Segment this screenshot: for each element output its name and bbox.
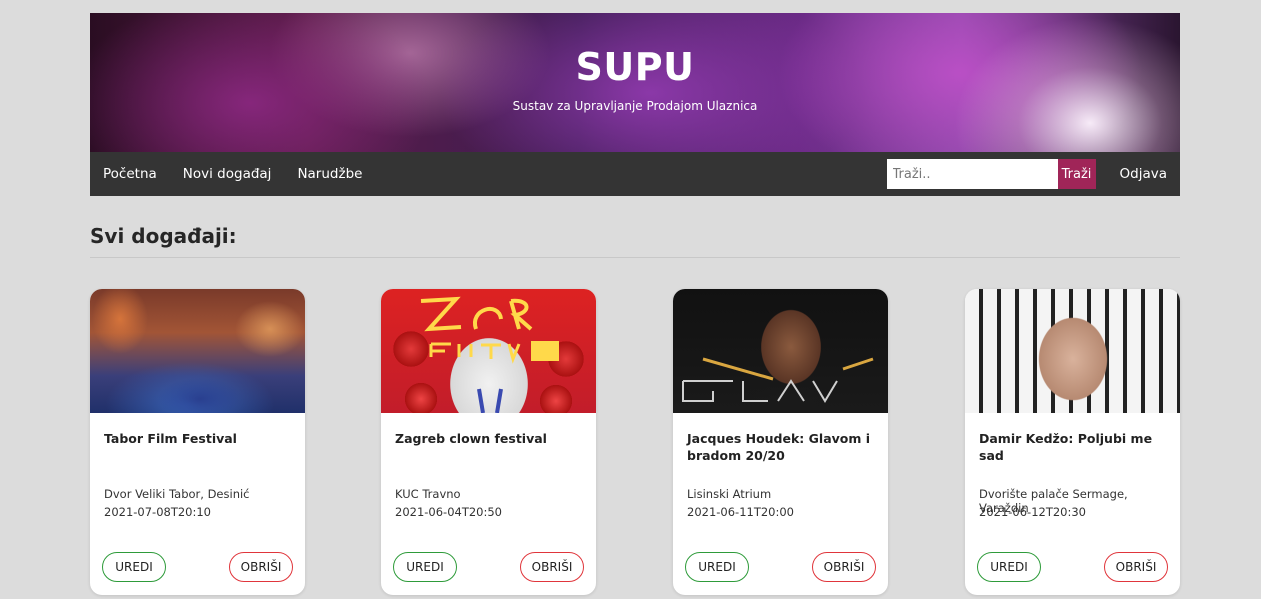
delete-button[interactable]: OBRIŠI (812, 552, 876, 582)
event-cards: Tabor Film Festival Dvor Veliki Tabor, D… (90, 289, 1180, 599)
event-date: 2021-06-12T20:30 (979, 505, 1086, 519)
site-subtitle: Sustav za Upravljanje Prodajom Ulaznica (512, 99, 758, 113)
event-card: Jacques Houdek: Glavom i bradom 20/20 Li… (673, 289, 888, 595)
album-artwork (682, 357, 874, 403)
event-image (965, 289, 1180, 413)
navbar: Početna Novi događaj Narudžbe Traži Odja… (90, 152, 1180, 196)
event-card: Damir Kedžo: Poljubi me sad Dvorište pal… (965, 289, 1180, 595)
event-name: Zagreb clown festival (395, 431, 547, 446)
page: SUPU Sustav za Upravljanje Prodajom Ulaz… (90, 13, 1180, 597)
section-title: Svi događaji: (90, 224, 237, 248)
nav-new-event[interactable]: Novi događaj (183, 166, 272, 182)
event-card: Tabor Film Festival Dvor Veliki Tabor, D… (90, 289, 305, 595)
search-input[interactable] (886, 159, 1058, 189)
nav-orders[interactable]: Narudžbe (297, 166, 362, 182)
event-card: Zagreb clown festival KUC Travno 2021-06… (381, 289, 596, 595)
event-date: 2021-06-04T20:50 (395, 505, 502, 519)
event-name: Jacques Houdek: Glavom i bradom 20/20 (687, 431, 871, 463)
event-image (673, 289, 888, 413)
event-image (90, 289, 305, 413)
event-image (381, 289, 596, 413)
event-name: Tabor Film Festival (104, 431, 237, 446)
event-venue: KUC Travno (395, 487, 461, 501)
edit-button[interactable]: UREDI (685, 552, 749, 582)
event-date: 2021-07-08T20:10 (104, 505, 211, 519)
search-button[interactable]: Traži (1057, 159, 1096, 189)
clown-festival-artwork (420, 296, 559, 413)
edit-button[interactable]: UREDI (393, 552, 457, 582)
delete-button[interactable]: OBRIŠI (1104, 552, 1168, 582)
edit-button[interactable]: UREDI (102, 552, 166, 582)
delete-button[interactable]: OBRIŠI (229, 552, 293, 582)
edit-button[interactable]: UREDI (977, 552, 1041, 582)
logout-link[interactable]: Odjava (1120, 166, 1167, 182)
event-venue: Dvor Veliki Tabor, Desinić (104, 487, 250, 501)
event-name: Damir Kedžo: Poljubi me sad (979, 431, 1153, 463)
nav-home[interactable]: Početna (103, 166, 157, 182)
hero-banner: SUPU Sustav za Upravljanje Prodajom Ulaz… (90, 13, 1180, 152)
divider (90, 257, 1180, 258)
event-date: 2021-06-11T20:00 (687, 505, 794, 519)
event-venue: Lisinski Atrium (687, 487, 772, 501)
delete-button[interactable]: OBRIŠI (520, 552, 584, 582)
site-title: SUPU (575, 45, 695, 89)
